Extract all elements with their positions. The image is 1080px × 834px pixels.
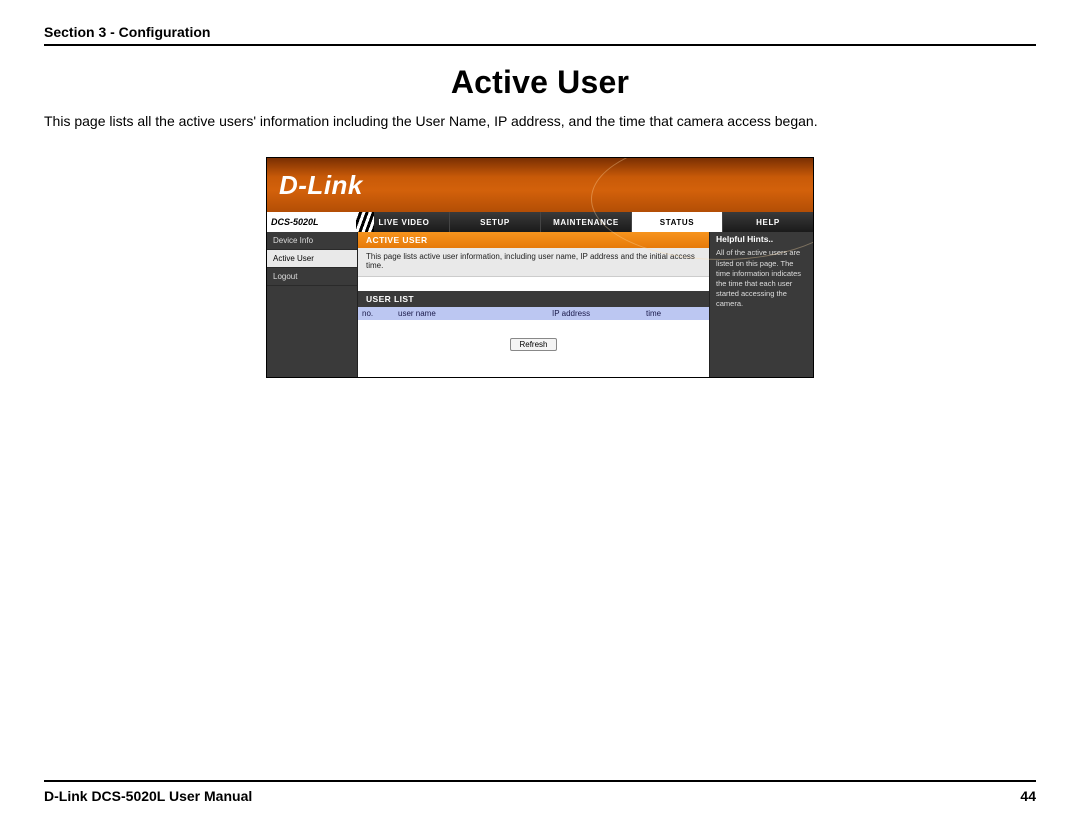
section-header: Section 3 - Configuration [44,24,1036,46]
tab-setup[interactable]: SETUP [449,212,540,232]
tab-maintenance[interactable]: MAINTENANCE [540,212,631,232]
helpful-hints: Helpful Hints.. All of the active users … [710,232,813,377]
user-list-headers: no. user name IP address time [358,307,709,320]
refresh-wrap: Refresh [358,334,709,352]
footer-page-number: 44 [1020,788,1036,804]
nav-row: DCS-5020L LIVE VIDEO SETUP MAINTENANCE S… [267,212,813,232]
main-panel: ACTIVE USER This page lists active user … [358,232,710,377]
col-ip-address: IP address [552,309,632,318]
sidebar-item-active-user[interactable]: Active User [267,250,357,268]
sidebar: Device Info Active User Logout [267,232,358,377]
panel-description: This page lists active user information,… [358,248,709,277]
col-time: time [646,309,686,318]
router-screenshot: D-Link DCS-5020L LIVE VIDEO SETUP MAINTE… [266,157,814,378]
intro-paragraph: This page lists all the active users' in… [44,113,1036,129]
brand-bar: D-Link [267,158,813,212]
refresh-button[interactable]: Refresh [510,338,556,351]
sidebar-item-logout[interactable]: Logout [267,268,357,286]
footer-left: D-Link DCS-5020L User Manual [44,788,252,804]
tab-help[interactable]: HELP [722,212,813,232]
col-no: no. [362,309,384,318]
model-label: DCS-5020L [267,212,358,232]
brand-logo: D-Link [279,170,363,201]
page-title: Active User [44,64,1036,101]
panel-subheader: USER LIST [358,291,709,307]
tab-status[interactable]: STATUS [631,212,722,232]
panel-title: ACTIVE USER [358,232,709,248]
col-user-name: user name [398,309,538,318]
body-row: Device Info Active User Logout ACTIVE US… [267,232,813,377]
sidebar-item-device-info[interactable]: Device Info [267,232,357,250]
hints-body: All of the active users are listed on th… [716,248,807,309]
page-footer: D-Link DCS-5020L User Manual 44 [44,780,1036,804]
hints-title: Helpful Hints.. [716,234,807,245]
